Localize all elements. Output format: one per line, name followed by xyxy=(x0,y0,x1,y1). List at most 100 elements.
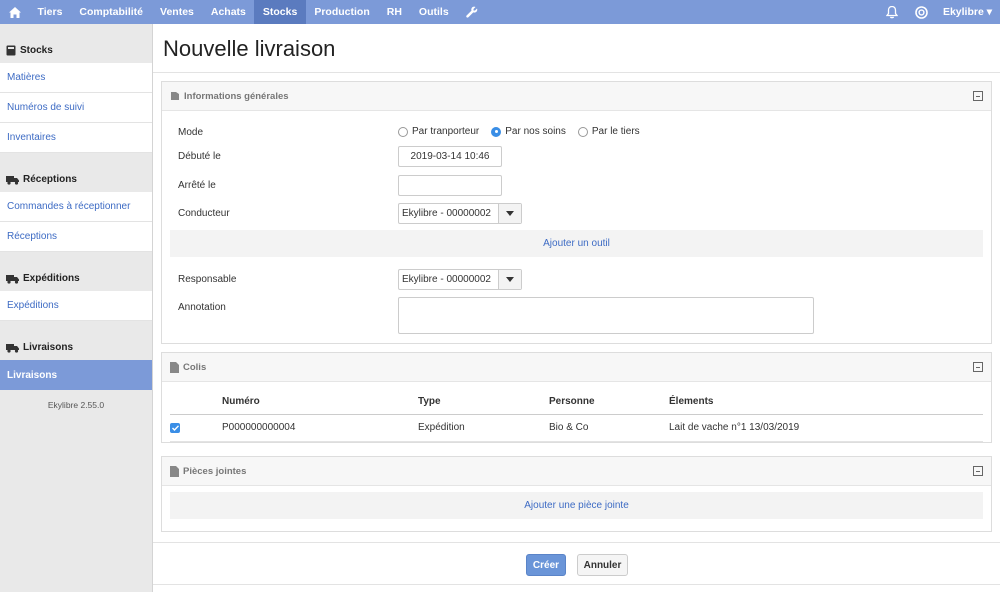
help-button[interactable] xyxy=(907,0,937,24)
parcels-table: Numéro Type Personne Élements P000000000… xyxy=(170,390,983,442)
sidebar-item-expeditions[interactable]: Expéditions xyxy=(0,291,152,321)
cell-person: Bio & Co xyxy=(549,414,669,442)
annotation-label: Annotation xyxy=(178,302,226,313)
cancel-button[interactable]: Annuler xyxy=(577,554,628,576)
mode-option-transporteur[interactable]: Par tranporteur xyxy=(398,126,479,137)
sidebar-group-expeditions: Expéditions Expéditions xyxy=(0,252,152,321)
stopped-at-field[interactable] xyxy=(398,175,502,196)
nav-tiers[interactable]: Tiers xyxy=(29,0,71,24)
truck-icon xyxy=(6,344,19,353)
panel-header-attachments[interactable]: Pièces jointes xyxy=(162,457,991,486)
sidebar-header-stocks: Stocks xyxy=(0,24,152,63)
top-navbar: Tiers Comptabilité Ventes Achats Stocks … xyxy=(0,0,1000,24)
row-checkbox[interactable] xyxy=(170,422,180,433)
started-at-label: Débuté le xyxy=(178,151,221,162)
sidebar-item-commandes-a-receptionner[interactable]: Commandes à réceptionner xyxy=(0,192,152,222)
main-content: Nouvelle livraison Informations générale… xyxy=(153,24,1000,592)
column-header-type: Type xyxy=(418,390,549,415)
add-tool-bar: Ajouter un outil xyxy=(170,230,983,257)
dropdown-toggle[interactable] xyxy=(498,270,521,289)
nav-achats[interactable]: Achats xyxy=(202,0,254,24)
cell-number: P000000000004 xyxy=(222,414,418,442)
table-row: P000000000004 Expédition Bio & Co Lait d… xyxy=(170,414,983,442)
panel-header-general-info[interactable]: Informations générales xyxy=(162,82,991,111)
nav-production[interactable]: Production xyxy=(306,0,378,24)
add-tool-link[interactable]: Ajouter un outil xyxy=(543,238,610,249)
panel-parcels: Colis Numéro Type Personne Élements P000… xyxy=(161,352,992,443)
panel-header-parcels[interactable]: Colis xyxy=(162,353,991,382)
caret-down-icon xyxy=(506,211,514,216)
sidebar-group-stocks: Stocks Matières Numéros de suivi Inventa… xyxy=(0,24,152,153)
create-button[interactable]: Créer xyxy=(526,554,566,576)
user-menu[interactable]: Ekylibre ▾ xyxy=(937,6,1000,18)
radio-button[interactable] xyxy=(577,126,588,137)
nav-ventes[interactable]: Ventes xyxy=(152,0,203,24)
sidebar-header-receptions: Réceptions xyxy=(0,153,152,192)
cell-items: Lait de vache n°1 13/03/2019 xyxy=(669,414,983,442)
document-icon xyxy=(170,465,179,477)
truck-icon xyxy=(6,176,19,185)
sidebar-item-inventaires[interactable]: Inventaires xyxy=(0,123,152,153)
check-icon xyxy=(171,424,179,431)
column-header-items: Élements xyxy=(669,390,983,415)
sidebar-header-livraisons: Livraisons xyxy=(0,321,152,360)
page-title: Nouvelle livraison xyxy=(163,36,336,61)
driver-select[interactable]: Ekylibre - 00000002 xyxy=(398,203,522,224)
sidebar-item-matieres[interactable]: Matières xyxy=(0,63,152,93)
stopped-at-label: Arrêté le xyxy=(178,180,216,191)
column-header-number: Numéro xyxy=(222,390,418,415)
divider xyxy=(153,72,1000,73)
divider xyxy=(153,542,1000,543)
dropdown-toggle[interactable] xyxy=(498,204,521,223)
settings-button[interactable] xyxy=(457,0,486,24)
caret-down-icon: ▾ xyxy=(986,6,992,18)
driver-select-value: Ekylibre - 00000002 xyxy=(402,208,491,219)
radio-button-checked[interactable] xyxy=(491,126,502,137)
annotation-field[interactable] xyxy=(398,297,814,334)
sidebar: Stocks Matières Numéros de suivi Inventa… xyxy=(0,24,153,592)
mode-option-nos-soins[interactable]: Par nos soins xyxy=(491,126,566,137)
nav-outils[interactable]: Outils xyxy=(410,0,457,24)
responsible-select-value: Ekylibre - 00000002 xyxy=(402,274,491,285)
panel-attachments: Pièces jointes Ajouter une pièce jointe xyxy=(161,456,992,532)
lifebuoy-icon xyxy=(915,5,929,19)
add-attachment-link[interactable]: Ajouter une pièce jointe xyxy=(524,500,629,511)
started-at-field[interactable]: 2019-03-14 10:46 xyxy=(398,146,502,167)
nav-rh[interactable]: RH xyxy=(378,0,410,24)
mode-option-tiers[interactable]: Par le tiers xyxy=(577,126,640,137)
notifications-button[interactable] xyxy=(877,0,907,24)
add-attachment-bar: Ajouter une pièce jointe xyxy=(170,492,983,519)
home-icon xyxy=(8,6,21,18)
select-column-header xyxy=(170,390,222,415)
column-header-person: Personne xyxy=(549,390,669,415)
sidebar-item-numeros-de-suivi[interactable]: Numéros de suivi xyxy=(0,93,152,123)
app-version: Ekylibre 2.55.0 xyxy=(47,400,105,410)
book-icon xyxy=(171,92,179,100)
mode-radio-group: Par tranporteur Par nos soins Par le tie… xyxy=(398,126,640,137)
sidebar-item-livraisons[interactable]: Livraisons xyxy=(0,360,152,390)
sidebar-group-livraisons: Livraisons Livraisons xyxy=(0,321,152,390)
driver-label: Conducteur xyxy=(178,208,230,219)
cell-type: Expédition xyxy=(418,414,549,442)
collapse-icon[interactable] xyxy=(973,91,983,101)
panel-general-info: Informations générales Mode Par tranport… xyxy=(161,81,992,344)
home-button[interactable] xyxy=(0,0,29,24)
mode-label: Mode xyxy=(178,127,204,138)
table-header-row: Numéro Type Personne Élements xyxy=(170,390,983,415)
nav-comptabilite[interactable]: Comptabilité xyxy=(71,0,152,24)
sidebar-header-expeditions: Expéditions xyxy=(0,252,152,291)
divider xyxy=(153,584,1000,585)
caret-down-icon xyxy=(506,277,514,282)
nav-stocks[interactable]: Stocks xyxy=(254,0,306,24)
wrench-icon xyxy=(465,6,477,18)
collapse-icon[interactable] xyxy=(973,362,983,372)
book-icon xyxy=(6,45,16,56)
sidebar-group-receptions: Réceptions Commandes à réceptionner Réce… xyxy=(0,153,152,252)
responsible-select[interactable]: Ekylibre - 00000002 xyxy=(398,269,522,290)
radio-button[interactable] xyxy=(398,126,408,137)
user-name: Ekylibre xyxy=(942,6,984,18)
bell-icon xyxy=(885,5,898,18)
collapse-icon[interactable] xyxy=(973,466,983,476)
sidebar-item-receptions[interactable]: Réceptions xyxy=(0,222,152,252)
truck-icon xyxy=(6,275,19,284)
